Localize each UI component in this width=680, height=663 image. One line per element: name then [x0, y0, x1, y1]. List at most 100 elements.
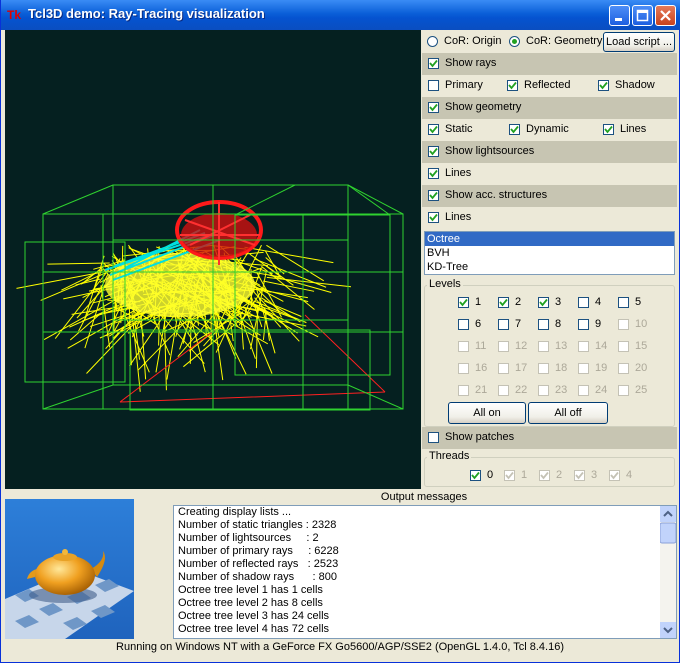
show-rays-checkbox[interactable] [428, 58, 439, 69]
geometry-section: Show geometry [422, 97, 677, 119]
all-on-button[interactable]: All on [448, 402, 526, 424]
level-checkbox[interactable] [458, 297, 469, 308]
check-icon [429, 125, 438, 134]
static-checkbox[interactable] [428, 124, 439, 135]
cor-geometry-radio[interactable] [509, 36, 520, 47]
level-label: 12 [515, 340, 528, 352]
geometry-lines-checkbox[interactable] [603, 124, 614, 135]
acc-lines-checkbox[interactable] [428, 212, 439, 223]
ray-tracing-viewport[interactable] [5, 30, 421, 489]
level-label: 22 [515, 384, 528, 396]
level-label: 20 [635, 362, 648, 374]
level-checkbox[interactable] [578, 297, 589, 308]
lightsources-lines-checkbox[interactable] [428, 168, 439, 179]
scroll-up-button[interactable] [660, 506, 676, 522]
output-scrollbar[interactable] [659, 506, 676, 638]
level-checkbox[interactable] [578, 319, 589, 330]
level-label: 16 [475, 362, 488, 374]
level-label: 9 [595, 318, 602, 330]
level-label: 14 [595, 340, 608, 352]
check-icon [604, 125, 613, 134]
level-label: 1 [475, 296, 482, 308]
level-checkbox[interactable] [538, 319, 549, 330]
all-off-button[interactable]: All off [528, 402, 608, 424]
output-line: Number of reflected rays : 2523 [178, 558, 339, 570]
app-icon: Tk [7, 8, 22, 22]
level-checkbox [618, 319, 629, 330]
level-checkbox [498, 341, 509, 352]
control-panel: CoR: Origin CoR: Geometry Load script ..… [422, 30, 677, 489]
level-checkbox[interactable] [498, 297, 509, 308]
minimize-button[interactable] [609, 5, 630, 26]
scroll-down-button[interactable] [660, 622, 676, 638]
check-icon [610, 471, 619, 480]
list-item-kd-tree[interactable]: KD-Tree [425, 260, 674, 274]
show-acc-structures-label: Show acc. structures [445, 189, 548, 201]
level-label: 7 [515, 318, 522, 330]
title-bar[interactable]: Tk Tcl3D demo: Ray-Tracing visualization [1, 0, 680, 30]
show-acc-structures-checkbox[interactable] [428, 190, 439, 201]
lightsources-section: Show lightsources [422, 141, 677, 163]
level-checkbox [578, 385, 589, 396]
level-checkbox[interactable] [618, 297, 629, 308]
check-icon [505, 471, 514, 480]
acc-section: Show acc. structures [422, 185, 677, 207]
acc-structure-list[interactable]: Octree BVH KD-Tree [424, 231, 675, 275]
level-checkbox[interactable] [458, 319, 469, 330]
teapot-preview-image [5, 499, 134, 639]
maximize-button[interactable] [632, 5, 653, 26]
check-icon [599, 81, 608, 90]
check-icon [539, 298, 548, 307]
cor-origin-radio[interactable] [427, 36, 438, 47]
close-icon [660, 10, 671, 21]
level-label: 2 [515, 296, 522, 308]
shadow-label: Shadow [615, 79, 655, 91]
show-lightsources-checkbox[interactable] [428, 146, 439, 157]
list-item-bvh[interactable]: BVH [425, 246, 674, 260]
rays-options-row: Primary Reflected Shadow [422, 75, 677, 97]
level-checkbox [618, 341, 629, 352]
level-checkbox[interactable] [498, 319, 509, 330]
output-messages-text[interactable]: Creating display lists ... Number of stat… [173, 505, 677, 639]
level-label: 24 [595, 384, 608, 396]
dynamic-label: Dynamic [526, 123, 569, 135]
static-label: Static [445, 123, 473, 135]
status-bar: Running on Windows NT with a GeForce FX … [116, 641, 564, 653]
list-item-octree[interactable]: Octree [425, 232, 674, 246]
level-label: 21 [475, 384, 488, 396]
output-line: Octree tree level 3 has 24 cells [178, 610, 330, 622]
dynamic-checkbox[interactable] [509, 124, 520, 135]
level-checkbox [538, 363, 549, 374]
teapot-render [5, 499, 134, 639]
load-script-button[interactable]: Load script ... [603, 32, 675, 52]
show-rays-label: Show rays [445, 57, 497, 69]
thread-label: 0 [487, 469, 494, 481]
geometry-options-row: Static Dynamic Lines [422, 119, 677, 141]
reflected-label: Reflected [524, 79, 571, 91]
level-checkbox[interactable] [538, 297, 549, 308]
level-checkbox [458, 341, 469, 352]
thread-checkbox [504, 470, 515, 481]
check-icon [540, 471, 549, 480]
scroll-thumb[interactable] [659, 522, 676, 544]
thread-label: 4 [626, 469, 633, 481]
primary-checkbox[interactable] [428, 80, 439, 91]
output-messages-header: Output messages [380, 491, 468, 503]
reflected-checkbox[interactable] [507, 80, 518, 91]
check-icon [429, 213, 438, 222]
check-icon [510, 125, 519, 134]
radio-selected-dot [512, 39, 517, 44]
minimize-icon [615, 18, 622, 21]
shadow-checkbox[interactable] [598, 80, 609, 91]
close-button[interactable] [655, 5, 676, 26]
show-patches-checkbox[interactable] [428, 432, 439, 443]
rays-section: Show rays [422, 53, 677, 75]
thread-checkbox [574, 470, 585, 481]
thread-label: 3 [591, 469, 598, 481]
thread-checkbox[interactable] [470, 470, 481, 481]
show-geometry-checkbox[interactable] [428, 102, 439, 113]
level-checkbox [498, 363, 509, 374]
app-window: Tk Tcl3D demo: Ray-Tracing visualization [0, 0, 680, 663]
thread-label: 1 [521, 469, 528, 481]
output-line: Number of static triangles : 2328 [178, 519, 337, 531]
